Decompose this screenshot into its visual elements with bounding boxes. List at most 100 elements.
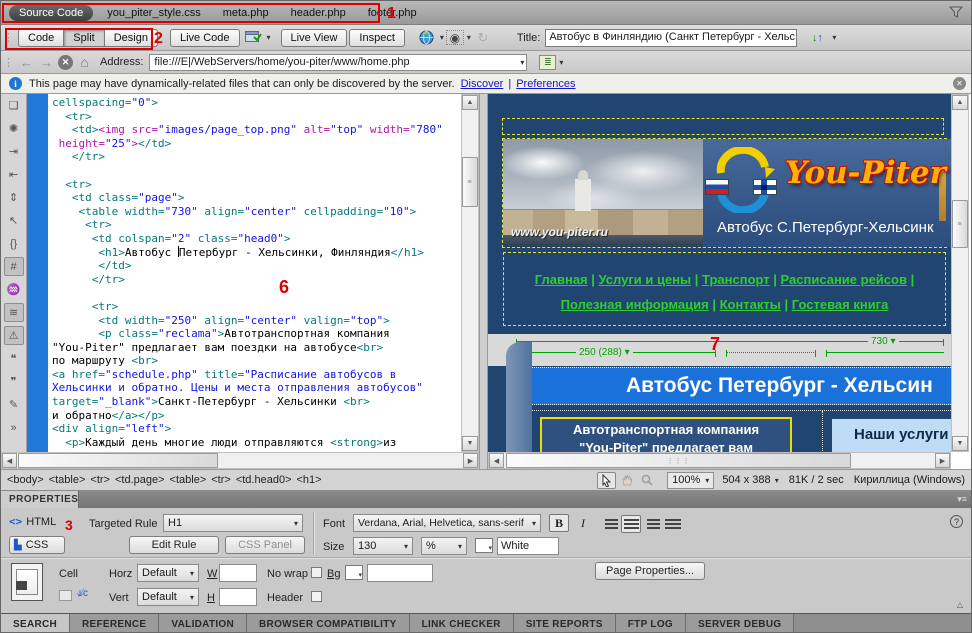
panel-collapse-icon[interactable]: △ — [957, 600, 963, 609]
code-view-button[interactable]: Code — [18, 29, 64, 47]
design-view-button[interactable]: Design — [105, 29, 158, 47]
size-select[interactable]: 130▾ — [353, 537, 413, 555]
check-browser-dropdown-arrow[interactable]: ▾ — [267, 33, 271, 42]
close-infobar-icon[interactable]: ✕ — [953, 77, 966, 90]
help-icon[interactable]: ? — [950, 515, 963, 528]
split-view-button[interactable]: Split — [64, 29, 104, 47]
visual-aids-icon[interactable]: ◉ — [446, 30, 464, 45]
edit-rule-button[interactable]: Edit Rule — [129, 536, 219, 554]
inspect-button[interactable]: Inspect — [349, 29, 404, 47]
code-scroll-left-icon[interactable]: ◀ — [2, 453, 17, 468]
code-line[interactable]: 40 <p>Каждый день многие люди отправляют… — [52, 436, 461, 450]
code-scroll-thumb[interactable]: ≡ — [462, 157, 478, 207]
results-tab-browser-compatibility[interactable]: BROWSER COMPATIBILITY — [247, 614, 410, 633]
code-line[interactable]: 37<a href="schedule.php" title="Расписан… — [52, 368, 461, 382]
code-line[interactable]: 30 </td> — [52, 259, 461, 273]
code-scroll-right-icon[interactable]: ▶ — [463, 453, 478, 468]
results-tab-search[interactable]: SEARCH — [1, 614, 70, 633]
code-line[interactable]: 35 <p class="reclama">Автотранспортная к… — [52, 327, 461, 341]
tag-selector-item[interactable]: <tr> — [211, 474, 231, 486]
page-heading-h1[interactable]: Автобус Петербург - Хельсин — [532, 367, 951, 405]
column-width-bar-250[interactable]: 250 (288) ▾ — [516, 352, 716, 353]
align-center-button[interactable] — [621, 515, 641, 533]
results-tab-reference[interactable]: REFERENCE — [70, 614, 159, 633]
tag-selector[interactable]: <body><table><tr><td.page><table><tr><td… — [7, 474, 327, 486]
code-line[interactable]: 20 <tr> — [52, 110, 461, 124]
design-scroll-left-icon[interactable]: ◀ — [489, 453, 504, 468]
code-line[interactable]: 31 </tr> — [52, 273, 461, 287]
code-line[interactable]: 26 <table width="730" align="center" cel… — [52, 205, 461, 219]
select-parent-tag-icon[interactable]: ↖ — [4, 211, 24, 230]
nav-link[interactable]: Контакты — [720, 297, 781, 312]
file-management-icon[interactable]: ↓↑ — [805, 29, 829, 47]
align-left-button[interactable] — [601, 515, 621, 533]
window-size-indicator[interactable]: 504 x 388 ▾ — [722, 474, 778, 486]
horz-select[interactable]: Default▾ — [137, 564, 199, 582]
properties-tab[interactable]: PROPERTIES — [1, 491, 79, 508]
nav-link[interactable]: Транспорт — [702, 272, 770, 287]
tag-selector-item[interactable]: <tr> — [90, 474, 110, 486]
results-tab-validation[interactable]: VALIDATION — [159, 614, 247, 633]
nav-link[interactable]: Главная — [535, 272, 588, 287]
highlight-invalid-code-icon[interactable]: ⚠ — [4, 326, 24, 345]
services-header[interactable]: Наши услуги — [832, 419, 951, 452]
nav-link[interactable]: Гостевая книга — [792, 297, 889, 312]
related-file-tab[interactable]: footer.php — [368, 7, 417, 19]
code-line[interactable]: 34 <td width="250" align="center" valign… — [52, 314, 461, 328]
code-scroll-up-icon[interactable]: ▲ — [462, 95, 478, 110]
refresh-design-view-icon[interactable]: ↻ — [473, 29, 493, 47]
code-line[interactable]: target="_blank">Санкт-Петербург - Хельси… — [52, 395, 461, 409]
preview-dropdown-arrow[interactable]: ▾ — [440, 33, 444, 42]
address-input[interactable]: file:///E|/WebServers/home/you-piter/www… — [149, 54, 527, 71]
syntax-error-alerts-icon[interactable]: ♒ — [4, 280, 24, 299]
preview-in-browser-icon[interactable] — [417, 29, 437, 47]
tag-selector-item[interactable]: <td.page> — [115, 474, 165, 486]
word-wrap-icon[interactable]: ≋ — [4, 303, 24, 322]
css-panel-button[interactable]: CSS Panel — [225, 536, 305, 554]
text-color-swatch[interactable]: ▾ — [475, 538, 493, 553]
collapse-full-tag-icon[interactable]: ⇥ — [4, 142, 24, 161]
stop-icon[interactable]: ✕ — [58, 55, 73, 70]
code-line[interactable]: 28 <td colspan="2" class="head0"> — [52, 232, 461, 246]
reclama-box[interactable]: Автотранспортная компания "You-Piter" пр… — [540, 417, 792, 452]
related-file-tab[interactable]: you_piter_style.css — [107, 7, 201, 19]
code-line[interactable]: "You-Piter" предлагает вам поездки на ав… — [52, 341, 461, 355]
align-justify-button[interactable] — [663, 515, 683, 533]
page-properties-button[interactable]: Page Properties... — [595, 562, 705, 580]
code-line[interactable]: height="25"></td> — [52, 137, 461, 151]
italic-button[interactable]: I — [573, 514, 593, 532]
code-line[interactable]: 32 — [52, 286, 461, 300]
expand-chevron-icon[interactable]: » — [4, 418, 24, 437]
back-icon[interactable]: ← — [18, 54, 35, 71]
code-line[interactable]: 23 — [52, 164, 461, 178]
tag-selector-item[interactable]: <td.head0> — [236, 474, 292, 486]
text-color-field[interactable]: White — [497, 537, 559, 555]
code-horizontal-scrollbar[interactable]: ◀ ▶ — [1, 452, 479, 469]
code-line[interactable]: 21 <td><img src="images/page_top.png" al… — [52, 123, 461, 137]
merge-cells-icon[interactable] — [59, 590, 72, 601]
css-mode-button[interactable]: ▙ CSS — [9, 536, 65, 554]
code-editor[interactable]: cellspacing="0">20 <tr>21 <td><img src="… — [48, 94, 461, 452]
cell-height-input[interactable] — [219, 588, 257, 606]
remove-comment-icon[interactable]: ❞ — [4, 372, 24, 391]
nav-link[interactable]: Услуги и цены — [599, 272, 692, 287]
zoom-tool-icon[interactable] — [637, 472, 656, 489]
visual-aids-dropdown-arrow[interactable]: ▾ — [467, 33, 471, 42]
vert-select[interactable]: Default▾ — [137, 588, 199, 606]
design-hscroll-thumb[interactable]: ⋮⋮⋮ — [506, 453, 851, 468]
related-file-tab[interactable]: header.php — [291, 7, 346, 19]
related-file-tab[interactable]: meta.php — [223, 7, 269, 19]
html-mode-button[interactable]: <> HTML — [9, 515, 56, 528]
code-line[interactable]: 39<div align="left"> — [52, 422, 461, 436]
design-scroll-right-icon[interactable]: ▶ — [935, 453, 950, 468]
split-cell-icon[interactable]: ⫝̸c — [77, 588, 88, 599]
file-management-dropdown-arrow[interactable]: ▾ — [832, 33, 836, 42]
code-line[interactable]: 25 <td class="page"> — [52, 191, 461, 205]
live-code-button[interactable]: Live Code — [170, 29, 240, 47]
line-numbers-icon[interactable]: # — [4, 257, 24, 276]
apply-comment-icon[interactable]: ❝ — [4, 349, 24, 368]
size-unit-select[interactable]: %▾ — [421, 537, 467, 555]
design-view[interactable]: www.you-piter.ru You-Piter Автобус С.Пет… — [488, 94, 951, 452]
discover-link[interactable]: Discover — [461, 78, 504, 90]
nav-link[interactable]: Полезная информация — [561, 297, 709, 312]
